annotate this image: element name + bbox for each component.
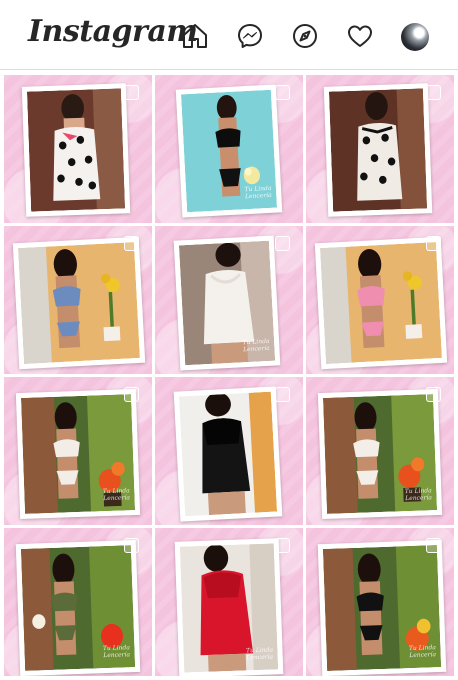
multi-select-icon [426,85,441,100]
post-photo [323,83,433,217]
post-photo: Tu Linda Lencería [174,538,284,676]
post-watermark: Tu Linda Lencería [102,487,131,503]
multi-select-icon [124,538,139,553]
multi-select-icon [124,387,139,402]
multi-select-icon [426,538,441,553]
post-watermark: Tu Linda Lencería [244,184,272,201]
multi-select-icon [275,387,290,402]
post-tile[interactable] [306,75,454,223]
post-tile[interactable]: Tu Linda Lencería [306,528,454,676]
post-tile[interactable] [155,377,303,525]
messenger-icon[interactable] [236,22,264,50]
post-watermark: Tu Linda Lencería [242,337,270,354]
post-tile[interactable] [4,226,152,374]
post-photo: Tu Linda Lencería [175,84,283,218]
post-watermark: Tu Linda Lencería [404,487,433,503]
post-photo: Tu Linda Lencería [317,388,443,520]
top-bar: Instagram [0,0,458,70]
post-photo: Tu Linda Lencería [15,388,141,520]
post-watermark: Tu Linda Lencería [408,644,437,660]
multi-select-icon [275,236,290,251]
post-watermark: Tu Linda Lencería [102,644,131,660]
post-watermark: Tu Linda Lencería [245,646,274,662]
post-photo [173,386,283,522]
instagram-logo[interactable]: Instagram [28,14,198,49]
multi-select-icon [275,85,290,100]
explore-icon[interactable] [291,22,319,50]
multi-select-icon [124,85,139,100]
post-tile[interactable]: Tu Linda Lencería [4,377,152,525]
post-photo [21,83,131,217]
home-icon[interactable] [181,22,209,50]
post-grid: Tu Linda Lencería Tu Linda Lencería Tu L… [0,70,458,680]
post-tile[interactable]: Tu Linda Lencería [4,528,152,676]
post-tile[interactable]: Tu Linda Lencería [306,377,454,525]
post-tile[interactable]: Tu Linda Lencería [155,75,303,223]
post-photo: Tu Linda Lencería [15,539,141,676]
multi-select-icon [426,236,441,251]
post-tile[interactable] [4,75,152,223]
post-photo [12,236,146,370]
post-tile[interactable] [306,226,454,374]
profile-avatar[interactable] [401,23,429,51]
post-photo: Tu Linda Lencería [173,235,281,371]
activity-heart-icon[interactable] [346,22,374,50]
multi-select-icon [124,236,139,251]
post-tile[interactable]: Tu Linda Lencería [155,226,303,374]
post-photo [314,236,448,370]
multi-select-icon [426,387,441,402]
multi-select-icon [275,538,290,553]
post-tile[interactable]: Tu Linda Lencería [155,528,303,676]
post-photo: Tu Linda Lencería [317,539,447,676]
